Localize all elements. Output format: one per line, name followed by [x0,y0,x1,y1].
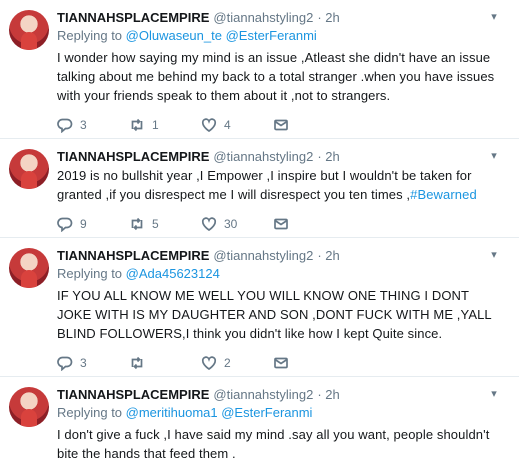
replying-to-label: Replying to [57,405,126,420]
like-count: 30 [224,217,238,231]
reply-count: 9 [80,217,87,231]
chevron-down-icon[interactable]: ▾ [486,247,502,263]
tweet-text: I don't give a fuck ,I have said my mind… [57,427,490,461]
tweet[interactable]: TIANNAHSPLACEMPIRE @tiannahstyling2 · 2h… [0,238,519,377]
hashtag-link[interactable]: #Bewarned [410,187,477,202]
reply-icon [57,118,73,133]
heart-icon [201,217,217,232]
like-button[interactable]: 30 [201,216,273,232]
mention-link[interactable]: @Ada45623124 [126,266,220,281]
retweet-count: 5 [152,217,159,231]
reply-count: 3 [80,118,87,132]
reply-icon [57,217,73,232]
tweet-header: TIANNAHSPLACEMPIRE @tiannahstyling2 · 2h [57,386,505,403]
heart-icon [201,356,217,371]
reply-count: 3 [80,356,87,370]
retweet-button[interactable]: 1 [129,117,201,133]
mention-link[interactable]: @EsterFeranmi [226,28,317,43]
timestamp[interactable]: · 2h [317,9,339,26]
reply-button[interactable]: 3 [57,355,129,371]
like-button[interactable]: 2 [201,355,273,371]
chevron-down-icon[interactable]: ▾ [486,9,502,25]
username[interactable]: @tiannahstyling2 [213,386,313,403]
tweet[interactable]: TIANNAHSPLACEMPIRE @tiannahstyling2 · 2h… [0,0,519,139]
chevron-down-icon[interactable]: ▾ [486,148,502,164]
display-name[interactable]: TIANNAHSPLACEMPIRE [57,247,209,264]
display-name[interactable]: TIANNAHSPLACEMPIRE [57,148,209,165]
retweet-count: 1 [152,118,159,132]
mention-link[interactable]: @Oluwaseun_te [126,28,222,43]
direct-message-button[interactable] [273,117,345,133]
username[interactable]: @tiannahstyling2 [213,9,313,26]
display-name[interactable]: TIANNAHSPLACEMPIRE [57,9,209,26]
replying-to: Replying to @meritihuoma1 @EsterFeranmi [57,404,505,422]
direct-message-button[interactable] [273,216,345,232]
replying-to: Replying to @Oluwaseun_te @EsterFeranmi [57,27,505,45]
timestamp[interactable]: · 2h [317,247,339,264]
replying-to-label: Replying to [57,266,126,281]
retweet-button[interactable] [129,355,201,371]
username[interactable]: @tiannahstyling2 [213,247,313,264]
avatar[interactable] [9,248,49,288]
envelope-icon [274,357,288,369]
envelope-icon [274,119,288,131]
tweet-header: TIANNAHSPLACEMPIRE @tiannahstyling2 · 2h [57,9,505,26]
chevron-down-icon[interactable]: ▾ [486,386,502,402]
tweet[interactable]: TIANNAHSPLACEMPIRE @tiannahstyling2 · 2h… [0,139,519,238]
timestamp[interactable]: · 2h [317,148,339,165]
tweet-actions: 9 5 30 [57,215,505,233]
retweet-icon [131,118,143,132]
mention-link[interactable]: @EsterFeranmi [221,405,312,420]
replying-to-label: Replying to [57,28,126,43]
tweet-text: I wonder how saying my mind is an issue … [57,50,495,103]
avatar[interactable] [9,10,49,50]
timestamp[interactable]: · 2h [317,386,339,403]
reply-icon [57,356,73,371]
retweet-icon [131,217,143,231]
like-count: 4 [224,118,231,132]
reply-button[interactable]: 3 [57,117,129,133]
tweet-feed: TIANNAHSPLACEMPIRE @tiannahstyling2 · 2h… [0,0,519,475]
tweet[interactable]: TIANNAHSPLACEMPIRE @tiannahstyling2 · 2h… [0,377,519,475]
heart-icon [201,118,217,133]
retweet-button[interactable]: 5 [129,216,201,232]
avatar[interactable] [9,149,49,189]
tweet-text: 2019 is no bullshit year ,I Empower ,I i… [57,166,505,204]
avatar[interactable] [9,387,49,427]
tweet-actions: 3 2 [57,354,505,372]
tweet-header: TIANNAHSPLACEMPIRE @tiannahstyling2 · 2h [57,247,505,264]
reply-button[interactable]: 9 [57,216,129,232]
direct-message-button[interactable] [273,355,345,371]
envelope-icon [274,218,288,230]
tweet-text: IF YOU ALL KNOW ME WELL YOU WILL KNOW ON… [57,288,492,341]
tweet-header: TIANNAHSPLACEMPIRE @tiannahstyling2 · 2h [57,148,505,165]
display-name[interactable]: TIANNAHSPLACEMPIRE [57,386,209,403]
like-count: 2 [224,356,231,370]
retweet-icon [131,356,143,370]
tweet-actions: 3 1 4 [57,116,505,134]
username[interactable]: @tiannahstyling2 [213,148,313,165]
like-button[interactable]: 4 [201,117,273,133]
replying-to: Replying to @Ada45623124 [57,265,505,283]
mention-link[interactable]: @meritihuoma1 [126,405,218,420]
